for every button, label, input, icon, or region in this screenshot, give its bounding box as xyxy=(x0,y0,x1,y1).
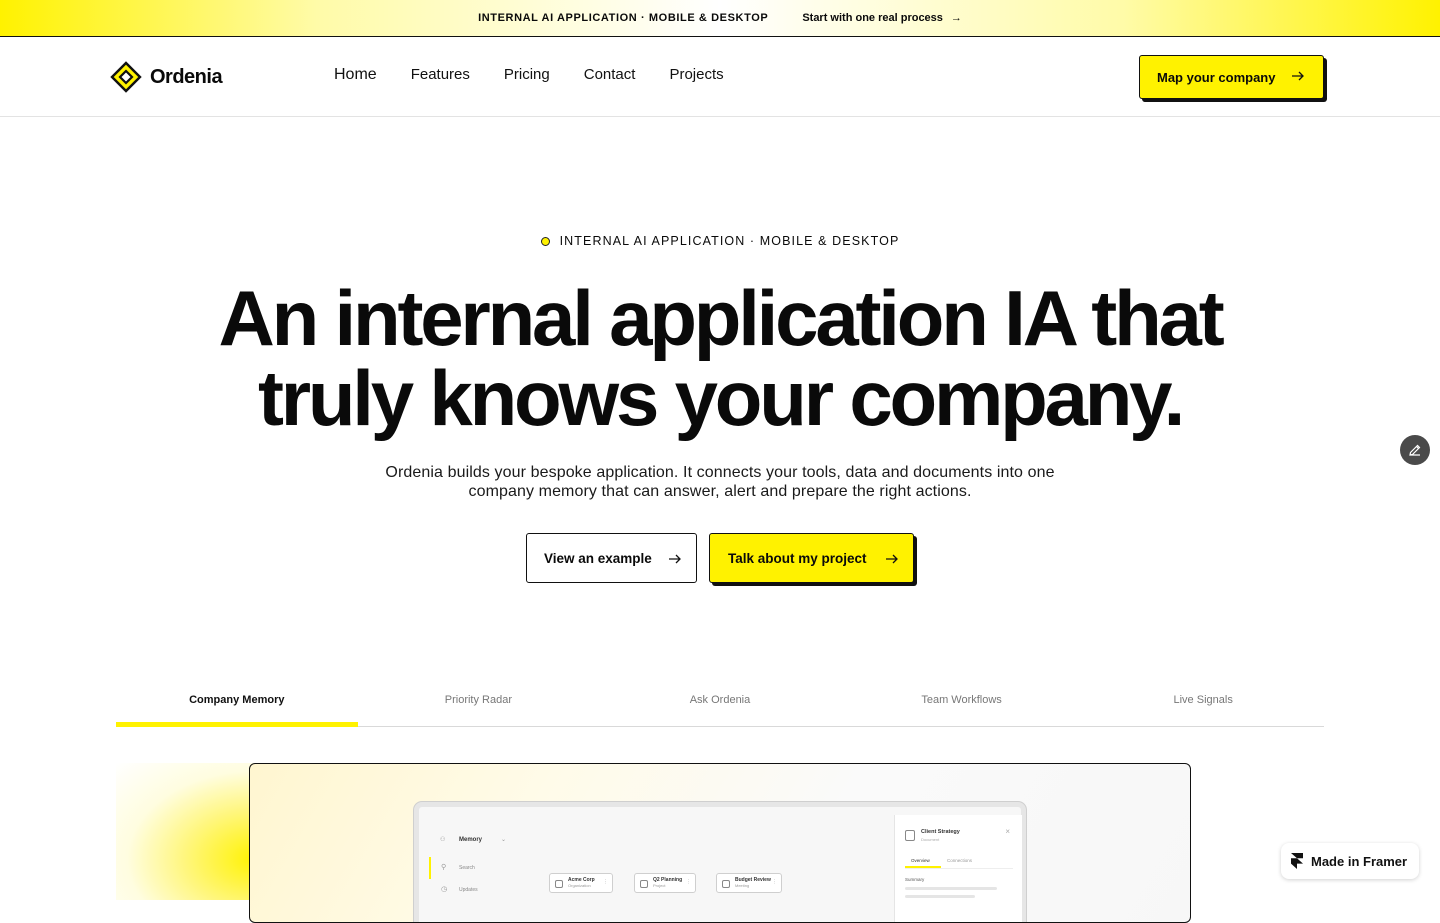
nav-link-contact[interactable]: Contact xyxy=(584,66,636,84)
announcement-bar: INTERNAL AI APPLICATION · MOBILE & DESKT… xyxy=(0,0,1440,37)
tab-team-workflows[interactable]: Team Workflows xyxy=(841,684,1083,726)
project-icon xyxy=(640,880,648,888)
sidebar-search: Search xyxy=(459,865,475,871)
announcement-link[interactable]: Start with one real process → xyxy=(802,12,962,24)
announcement-link-label: Start with one real process xyxy=(802,12,943,24)
memory-icon: ⚇ xyxy=(440,837,446,843)
panel-summary-label: Summary xyxy=(905,877,925,882)
panel-tab-connections: Connections xyxy=(947,858,973,863)
arrow-right-icon xyxy=(669,554,681,564)
tab-live-signals[interactable]: Live Signals xyxy=(1082,684,1324,726)
sidebar-active-indicator xyxy=(429,857,431,879)
nav-link-projects[interactable]: Projects xyxy=(669,66,723,84)
map-company-button[interactable]: Map your company xyxy=(1139,55,1324,99)
node-subtitle: Organization xyxy=(568,883,591,888)
map-company-label: Map your company xyxy=(1157,69,1276,85)
more-icon: ⋮ xyxy=(686,879,691,885)
organization-icon xyxy=(555,880,563,888)
panel-subtitle: Document xyxy=(921,837,940,842)
sidebar-title: Memory xyxy=(459,837,483,843)
brand-name: Ordenia xyxy=(150,65,223,88)
made-in-framer-badge[interactable]: Made in Framer xyxy=(1281,843,1419,879)
pencil-icon xyxy=(1409,444,1421,456)
tab-ask-ordenia[interactable]: Ask Ordenia xyxy=(599,684,841,726)
node-subtitle: Project xyxy=(653,883,666,888)
document-icon xyxy=(722,880,730,888)
nav-link-features[interactable]: Features xyxy=(411,66,470,84)
hero-subtitle: Ordenia builds your bespoke application.… xyxy=(340,463,1100,501)
arrow-right-icon: → xyxy=(950,12,962,24)
edit-button[interactable] xyxy=(1400,435,1430,465)
main-nav: Ordenia Home Features Pricing Contact Pr… xyxy=(0,37,1440,117)
hero-headline-line2: truly knows your company. xyxy=(257,354,1185,442)
made-in-framer-label: Made in Framer xyxy=(1311,853,1408,869)
talk-project-label: Talk about my project xyxy=(728,550,867,566)
clock-icon: ◷ xyxy=(441,886,448,893)
nav-link-pricing[interactable]: Pricing xyxy=(504,66,550,84)
framer-logo-icon xyxy=(1291,853,1303,869)
hero-subtitle-line1: Ordenia builds your bespoke application.… xyxy=(385,464,1055,481)
hero-subtitle-line2: company memory that can answer, alert an… xyxy=(468,483,972,500)
sidebar-updates: Updates xyxy=(459,887,478,893)
hero-eyebrow-text: INTERNAL AI APPLICATION · MOBILE & DESKT… xyxy=(559,234,900,248)
more-icon: ⋮ xyxy=(603,879,608,885)
panel-tab-overview: Overview xyxy=(911,858,930,863)
hero-headline-line1: An internal application IA that xyxy=(218,274,1225,362)
status-dot-icon xyxy=(540,236,550,246)
announcement-tag: INTERNAL AI APPLICATION · MOBILE & DESKT… xyxy=(478,12,769,24)
memory-node: Acme Corp Organization ⋮ xyxy=(549,873,613,893)
search-icon: ⚲ xyxy=(441,864,447,871)
arrow-right-icon xyxy=(886,554,898,564)
node-subtitle: Meeting xyxy=(735,883,750,888)
panel-divider xyxy=(905,868,1013,869)
decorative-glow xyxy=(116,763,256,900)
document-icon xyxy=(905,830,915,841)
arrow-right-icon xyxy=(1292,71,1304,81)
feature-tabs: Company Memory Priority Radar Ask Ordeni… xyxy=(116,684,1324,727)
more-icon: ⋮ xyxy=(772,879,777,885)
nav-link-home[interactable]: Home xyxy=(334,66,377,84)
placeholder-line xyxy=(905,895,975,898)
view-example-label: View an example xyxy=(544,550,652,566)
memory-node: Q2 Planning Project ⋮ xyxy=(634,873,696,893)
view-example-button[interactable]: View an example xyxy=(526,533,697,583)
placeholder-line xyxy=(905,887,997,890)
nav-links: Home Features Pricing Contact Projects xyxy=(334,66,724,84)
memory-node: Budget Review Meeting ⋮ xyxy=(716,873,782,893)
tab-priority-radar[interactable]: Priority Radar xyxy=(358,684,600,726)
tab-company-memory[interactable]: Company Memory xyxy=(116,684,358,727)
brand-logo[interactable]: Ordenia xyxy=(110,61,223,93)
hero-headline: An internal application IA that truly kn… xyxy=(0,278,1440,438)
panel-title: Client Strategy xyxy=(921,829,960,835)
product-preview: ⚇ Memory ⌄ ⚲ Search ◷ Updates Acme Corp … xyxy=(249,763,1191,923)
hero-eyebrow: INTERNAL AI APPLICATION · MOBILE & DESKT… xyxy=(0,234,1440,248)
close-icon: × xyxy=(1005,827,1010,836)
talk-project-button[interactable]: Talk about my project xyxy=(709,533,914,583)
diamond-logo-icon xyxy=(110,61,142,93)
detail-panel: Client Strategy Document × Overview Conn… xyxy=(894,815,1022,922)
device-mockup: ⚇ Memory ⌄ ⚲ Search ◷ Updates Acme Corp … xyxy=(414,802,1026,922)
chevron-down-icon: ⌄ xyxy=(501,837,507,843)
